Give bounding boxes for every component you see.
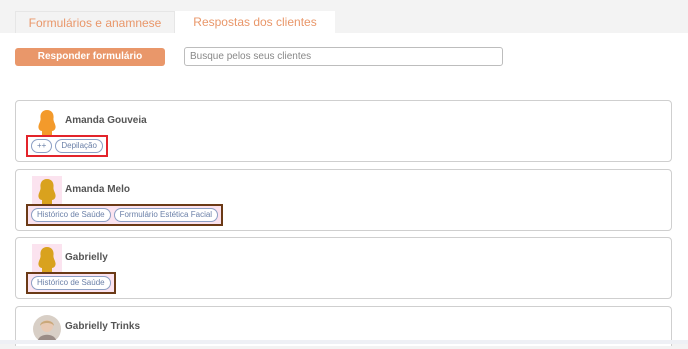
client-name: Amanda Gouveia: [65, 115, 147, 126]
client-search-input[interactable]: [184, 47, 503, 66]
tag-group: ++ Depilação: [26, 135, 108, 157]
form-tag[interactable]: Histórico de Saúde: [31, 276, 111, 290]
client-name: Amanda Melo: [65, 184, 131, 195]
client-name: Gabrielly: [65, 252, 108, 263]
form-tag[interactable]: Depilação: [55, 139, 103, 153]
tag-group: Histórico de Saúde: [26, 272, 116, 294]
form-tag[interactable]: ++: [31, 139, 53, 153]
client-card[interactable]: Amanda Melo Histórico de Saúde Formulári…: [15, 169, 672, 231]
person-silhouette-orange-icon: [32, 107, 62, 137]
tab-bar: Formulários e anamnese Respostas dos cli…: [15, 11, 335, 33]
respond-form-button[interactable]: Responder formulário: [15, 48, 165, 66]
form-tag[interactable]: Formulário Estética Facial: [113, 208, 219, 222]
tag-group: Histórico de Saúde Formulário Estética F…: [26, 204, 224, 226]
bottom-divider: [0, 340, 688, 344]
client-name: Gabrielly Trinks: [65, 321, 141, 332]
person-silhouette-gold-icon: [32, 244, 62, 274]
person-silhouette-gold-icon: [32, 176, 62, 206]
tab-forms[interactable]: Formulários e anamnese: [15, 11, 175, 33]
client-card[interactable]: Gabrielly Histórico de Saúde: [15, 237, 672, 299]
form-tag[interactable]: Histórico de Saúde: [31, 208, 111, 222]
client-card[interactable]: Amanda Gouveia ++ Depilação: [15, 100, 672, 162]
tab-client-responses[interactable]: Respostas dos clientes: [175, 11, 335, 33]
